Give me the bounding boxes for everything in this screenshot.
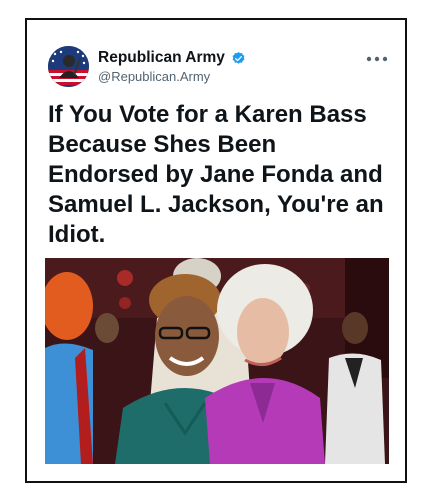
more-options-icon[interactable] xyxy=(366,54,388,64)
display-name[interactable]: Republican Army xyxy=(98,49,225,67)
tweet-card: Republican Army @Republican.Army If You … xyxy=(25,18,407,483)
avatar[interactable] xyxy=(48,46,89,87)
tweet-header: Republican Army @Republican.Army xyxy=(48,46,388,88)
tweet-photo[interactable] xyxy=(45,258,389,464)
tweet-text: If You Vote for a Karen Bass Because She… xyxy=(48,101,384,248)
user-handle[interactable]: @Republican.Army xyxy=(98,69,246,84)
user-names: Republican Army @Republican.Army xyxy=(98,49,246,84)
display-name-row: Republican Army xyxy=(98,49,246,67)
verified-badge-icon xyxy=(232,51,245,64)
